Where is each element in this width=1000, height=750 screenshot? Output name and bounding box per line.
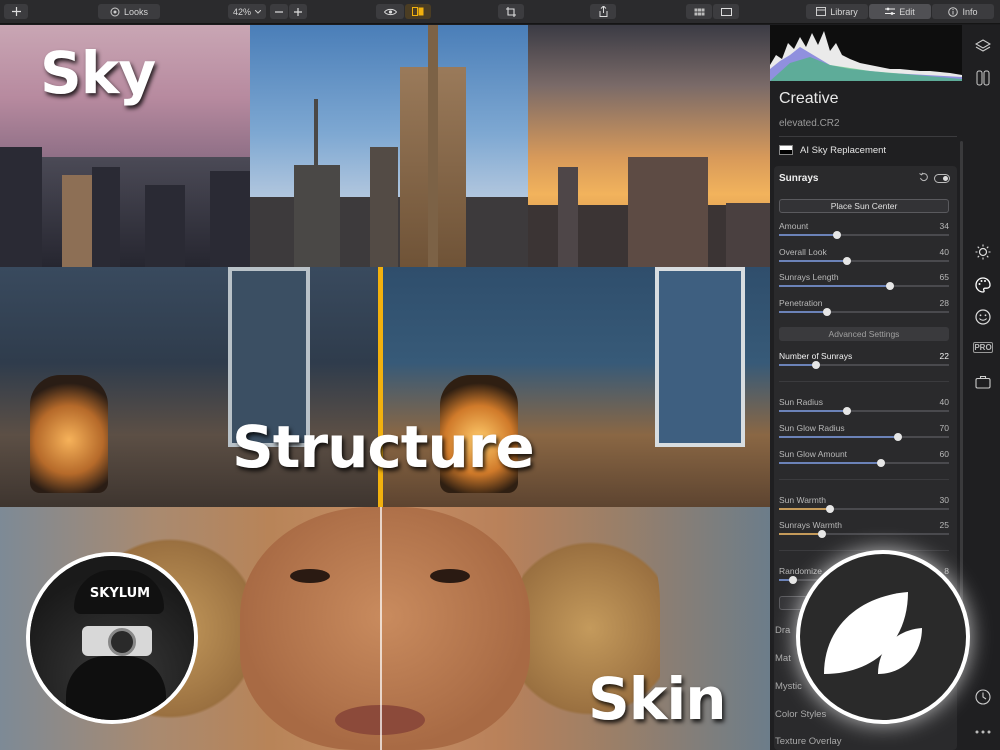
single-view-icon bbox=[720, 7, 732, 16]
app-logo bbox=[796, 550, 970, 724]
ai-sky-thumbnail-icon bbox=[779, 145, 793, 155]
more-icon[interactable] bbox=[974, 723, 992, 741]
slider-sun-glow-amount[interactable]: Sun Glow Amount 60 bbox=[779, 449, 949, 469]
top-toolbar: Looks 42% Library Edit Info bbox=[0, 0, 1000, 24]
zoom-value: 42% bbox=[232, 6, 251, 17]
cap-text: SKYLUM bbox=[89, 586, 151, 601]
slider-knob[interactable] bbox=[843, 257, 851, 265]
slider-knob[interactable] bbox=[812, 361, 821, 369]
slider-knob[interactable] bbox=[885, 282, 894, 290]
plus-icon bbox=[11, 7, 21, 16]
structure-heading: Structure bbox=[232, 413, 535, 481]
minus-icon bbox=[275, 10, 283, 13]
briefcase-icon[interactable] bbox=[974, 373, 992, 391]
zoom-select[interactable]: 42% bbox=[228, 4, 266, 19]
tab-info[interactable]: Info bbox=[932, 4, 994, 19]
sunrays-title: Sunrays bbox=[779, 173, 819, 184]
slider-knob[interactable] bbox=[826, 505, 834, 513]
slider-sun-warmth[interactable]: Sun Warmth 30 bbox=[779, 495, 949, 515]
slider-sun-glow-radius[interactable]: Sun Glow Radius 70 bbox=[779, 423, 949, 443]
section-title: Creative bbox=[779, 90, 839, 107]
slider-knob[interactable] bbox=[822, 308, 831, 316]
divider bbox=[779, 136, 957, 137]
photographer-avatar: SKYLUM bbox=[26, 552, 198, 724]
sky-photo-right bbox=[528, 25, 770, 267]
divider bbox=[779, 479, 949, 480]
ai-sky-replacement-item[interactable]: AI Sky Replacement bbox=[779, 142, 957, 158]
slider-sun-radius[interactable]: Sun Radius 40 bbox=[779, 397, 949, 417]
leaf-logo-icon bbox=[824, 592, 922, 674]
looks-button[interactable]: Looks bbox=[98, 4, 160, 19]
tab-info-label: Info bbox=[962, 6, 978, 17]
skin-compare-divider[interactable] bbox=[380, 507, 382, 750]
reset-icon[interactable] bbox=[919, 172, 929, 185]
tool-category-rail: PRO bbox=[966, 25, 1000, 750]
skin-heading: Skin bbox=[588, 665, 727, 733]
toggle-icon[interactable] bbox=[934, 174, 950, 183]
file-name: elevated.CR2 bbox=[779, 118, 840, 129]
info-icon bbox=[948, 6, 959, 17]
slider-number-of-sunrays[interactable]: Number of Sunrays 22 bbox=[779, 351, 949, 371]
chevron-down-icon bbox=[255, 9, 261, 14]
tool-item-dramatic[interactable]: Dra bbox=[775, 625, 790, 636]
slider-knob[interactable] bbox=[894, 433, 902, 441]
share-icon bbox=[599, 6, 607, 17]
advanced-settings-button[interactable]: Advanced Settings bbox=[779, 327, 949, 341]
history-icon[interactable] bbox=[974, 688, 992, 706]
tab-library[interactable]: Library bbox=[806, 4, 868, 19]
palette-icon[interactable] bbox=[974, 276, 992, 294]
library-icon bbox=[816, 7, 827, 16]
zoom-in-button[interactable] bbox=[289, 4, 307, 19]
slider-knob[interactable] bbox=[832, 231, 841, 239]
grid-view-icon bbox=[694, 8, 704, 15]
layers-icon[interactable] bbox=[974, 37, 992, 55]
zoom-out-button[interactable] bbox=[270, 4, 288, 19]
sidebar-scrollbar[interactable] bbox=[960, 141, 963, 611]
share-button[interactable] bbox=[590, 4, 616, 19]
smile-icon[interactable] bbox=[974, 308, 992, 326]
ai-sky-replacement-label: AI Sky Replacement bbox=[800, 144, 887, 156]
adjust-icon[interactable] bbox=[974, 69, 992, 87]
sky-heading: Sky bbox=[40, 39, 156, 107]
compare-icon bbox=[412, 7, 424, 16]
pro-badge[interactable]: PRO bbox=[973, 342, 993, 353]
tool-item-matte[interactable]: Mat bbox=[775, 653, 791, 664]
divider bbox=[779, 381, 949, 382]
app-window: Looks 42% Library Edit Info Sky Structur… bbox=[0, 0, 1000, 750]
looks-label: Looks bbox=[123, 6, 149, 17]
add-button[interactable] bbox=[4, 4, 28, 19]
slider-amount[interactable]: Amount 34 bbox=[779, 221, 949, 241]
single-view-button[interactable] bbox=[713, 4, 739, 19]
preview-button[interactable] bbox=[376, 4, 404, 19]
compare-button[interactable] bbox=[405, 4, 431, 19]
looks-icon bbox=[110, 7, 120, 16]
slider-overall-look[interactable]: Overall Look 40 bbox=[779, 247, 949, 267]
eye-icon bbox=[383, 8, 397, 15]
tab-library-label: Library bbox=[830, 6, 858, 17]
sun-icon[interactable] bbox=[974, 243, 992, 261]
slider-knob[interactable] bbox=[877, 459, 885, 467]
slider-sunrays-warmth[interactable]: Sunrays Warmth 25 bbox=[779, 520, 949, 540]
slider-penetration[interactable]: Penetration 28 bbox=[779, 298, 949, 318]
slider-knob[interactable] bbox=[843, 407, 851, 415]
plus-icon bbox=[294, 7, 302, 16]
place-sun-center-button[interactable]: Place Sun Center bbox=[779, 199, 949, 213]
slider-sunrays-length[interactable]: Sunrays Length 65 bbox=[779, 272, 949, 292]
edit-icon bbox=[885, 7, 896, 15]
crop-icon bbox=[506, 6, 516, 17]
tool-item-texture-overlay[interactable]: Texture Overlay bbox=[775, 736, 842, 747]
crop-button[interactable] bbox=[498, 4, 524, 19]
tab-edit[interactable]: Edit bbox=[869, 4, 931, 19]
slider-knob[interactable] bbox=[817, 530, 826, 538]
tab-edit-label: Edit bbox=[899, 6, 915, 17]
grid-view-button[interactable] bbox=[686, 4, 712, 19]
sky-photo-middle bbox=[250, 25, 528, 267]
histogram bbox=[770, 25, 962, 81]
